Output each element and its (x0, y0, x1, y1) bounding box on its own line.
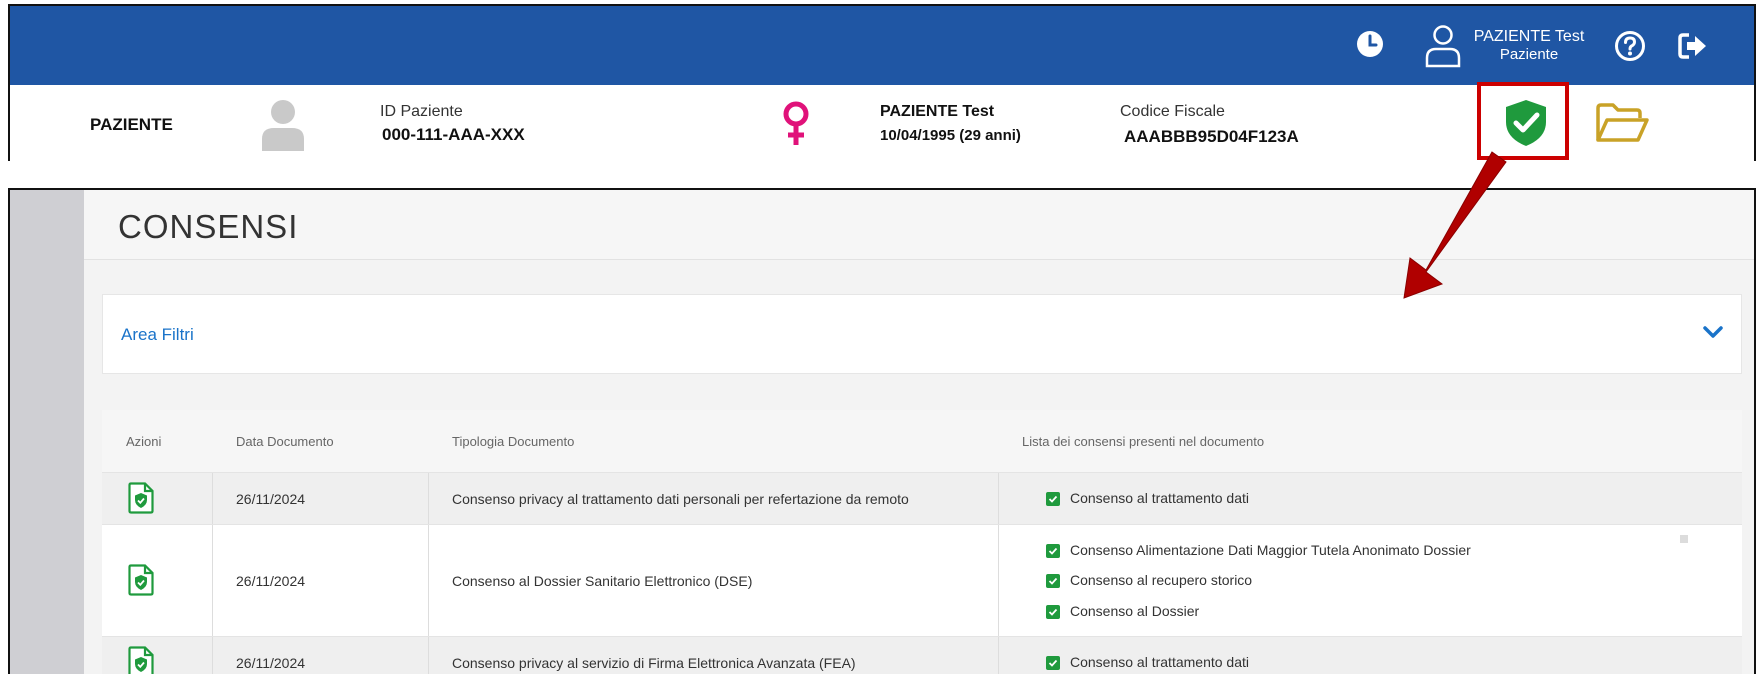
page-title: CONSENSI (118, 208, 299, 245)
column-header-consents: Lista dei consensi presenti nel document… (1022, 434, 1265, 449)
top-navigation-bar: PAZIENTE Test Paziente (10, 6, 1754, 85)
patient-id-value: 000-111-AAA-XXX (382, 125, 525, 144)
user-role: Paziente (1499, 46, 1559, 63)
checkbox-checked-icon (1046, 574, 1060, 588)
checkbox-checked-icon (1046, 605, 1060, 619)
user-name: PAZIENTE Test (1473, 28, 1585, 45)
consent-label: Consenso al Dossier (1070, 603, 1200, 619)
consent-label: Consenso al recupero storico (1070, 572, 1253, 588)
patient-id-label: ID Paziente (380, 103, 463, 120)
document-shield-icon[interactable] (128, 482, 154, 514)
consents-panel: CONSENSI Area Filtri Azioni Data Documen… (8, 188, 1756, 674)
table-header: Azioni Data Documento Tipologia Document… (102, 410, 1742, 472)
column-header-type: Tipologia Documento (452, 434, 575, 449)
side-strip (10, 190, 84, 674)
user-info[interactable]: PAZIENTE Test Paziente (1464, 28, 1594, 64)
patient-dob: 10/04/1995 (29 anni) (880, 127, 1021, 144)
folder-open-icon[interactable] (1594, 102, 1650, 144)
logout-icon[interactable] (1678, 32, 1708, 60)
scroll-indicator (1680, 535, 1688, 543)
avatar-icon (262, 100, 304, 151)
consents-button-highlight[interactable] (1477, 82, 1569, 160)
filter-area-label[interactable]: Area Filtri (121, 325, 194, 345)
row-type: Consenso privacy al servizio di Firma El… (452, 655, 856, 671)
user-icon[interactable] (1424, 24, 1462, 68)
row-date: 26/11/2024 (236, 655, 306, 671)
row-date: 26/11/2024 (236, 573, 306, 589)
column-header-actions: Azioni (126, 434, 162, 449)
document-shield-icon[interactable] (128, 646, 154, 674)
consent-label: Consenso al trattamento dati (1070, 490, 1249, 506)
patient-header: PAZIENTE Test Paziente PAZIENTE ID Pazie… (8, 4, 1756, 161)
female-icon (783, 101, 809, 145)
row-date: 26/11/2024 (236, 491, 306, 507)
patient-section-label: PAZIENTE (90, 115, 173, 134)
row-type: Consenso al Dossier Sanitario Elettronic… (452, 573, 753, 589)
row-type: Consenso privacy al trattamento dati per… (452, 491, 909, 507)
codice-fiscale-label: Codice Fiscale (1120, 103, 1225, 120)
consent-label: Consenso al trattamento dati (1070, 654, 1249, 670)
table-row: 26/11/2024 Consenso al Dossier Sanitario… (102, 524, 1742, 636)
column-header-date: Data Documento (236, 434, 334, 449)
checkbox-checked-icon (1046, 544, 1060, 558)
consents-table: Azioni Data Documento Tipologia Document… (102, 410, 1742, 674)
clock-icon[interactable] (1356, 30, 1384, 58)
title-bar: CONSENSI (84, 190, 1754, 260)
filter-area[interactable]: Area Filtri (102, 294, 1742, 374)
help-icon[interactable] (1614, 30, 1646, 62)
checkbox-checked-icon (1046, 656, 1060, 670)
table-row: 26/11/2024 Consenso privacy al servizio … (102, 636, 1742, 674)
codice-fiscale-value: AAABBB95D04F123A (1124, 127, 1299, 146)
document-shield-icon[interactable] (128, 564, 154, 596)
chevron-down-icon[interactable] (1703, 325, 1723, 339)
checkbox-checked-icon (1046, 492, 1060, 506)
consent-label: Consenso Alimentazione Dati Maggior Tute… (1070, 542, 1471, 558)
patient-info-row: PAZIENTE ID Paziente 000-111-AAA-XXX PAZ… (10, 82, 1754, 161)
table-row: 26/11/2024 Consenso privacy al trattamen… (102, 472, 1742, 524)
shield-check-icon (1506, 100, 1546, 146)
patient-name: PAZIENTE Test (880, 103, 995, 120)
